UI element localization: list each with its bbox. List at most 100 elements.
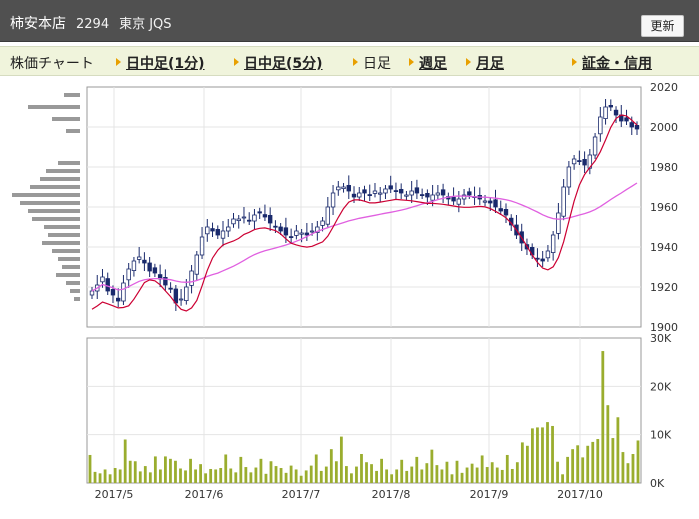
volume-bar [224, 454, 228, 483]
candle-body [121, 282, 126, 302]
volume-bar [591, 441, 595, 483]
volume-bars [88, 351, 640, 483]
volume-bar [410, 466, 414, 483]
volume-bar [294, 469, 298, 483]
volume-bar [169, 458, 172, 483]
volume-bar [531, 428, 534, 483]
volume-bar [299, 475, 303, 483]
volume-bar [470, 463, 474, 483]
volume-bar [118, 469, 122, 483]
candle-body [136, 256, 142, 260]
volume-bar [385, 469, 389, 483]
volume-bar [319, 470, 323, 483]
volume-profile-bar [28, 209, 80, 213]
volume-bar [350, 473, 353, 483]
candle-body [346, 184, 351, 192]
candle-body [199, 236, 205, 256]
volume-bar [455, 460, 459, 483]
candle-body [472, 196, 477, 199]
tab-intraday-5min[interactable]: 日中足(5分) [234, 53, 323, 73]
volume-bar [264, 473, 268, 483]
candle-body [278, 226, 283, 232]
volume-bar [400, 459, 404, 483]
candle-body [116, 297, 121, 302]
candle-body [357, 192, 362, 198]
volume-bar [546, 422, 549, 483]
volume-bar [143, 466, 147, 483]
volume-bar [214, 469, 218, 483]
volume-profile-bar [66, 129, 80, 133]
candle-body [110, 288, 116, 296]
candle-body [503, 208, 509, 216]
volume-bar [581, 457, 585, 483]
x-tick-label: 2017/7 [282, 488, 321, 501]
y-tick-label: 1960 [650, 201, 678, 214]
candle-body [89, 290, 95, 296]
candle-body [309, 230, 315, 233]
arrow-icon [234, 58, 239, 66]
candle-body [283, 227, 289, 236]
volume-profile-bar [44, 225, 80, 229]
volume-bar [616, 417, 620, 483]
volume-bar [380, 458, 383, 483]
volume-bar [269, 461, 273, 483]
volume-bar [475, 467, 479, 483]
candle-body [467, 191, 472, 196]
candle-body [629, 122, 634, 128]
volume-bar [631, 454, 635, 483]
y-tick-label: 2020 [650, 81, 678, 94]
volume-bar [229, 468, 233, 483]
volume-bar [324, 466, 328, 483]
candle-body [451, 196, 456, 202]
volume-bar [460, 472, 464, 483]
volume-bar [239, 456, 243, 483]
volume-bar [123, 439, 127, 483]
volume-bar [370, 464, 373, 483]
candle-body [215, 228, 220, 236]
candle-body [163, 276, 168, 286]
volume-bar [490, 462, 494, 483]
volume-profile [12, 93, 80, 301]
tab-monthly[interactable]: 月足 [466, 53, 504, 73]
candle-body [372, 190, 378, 194]
candle-body [231, 218, 236, 225]
volume-bar [576, 445, 580, 483]
tab-intraday-1min[interactable]: 日中足(1分) [116, 53, 205, 73]
volume-profile-bar [52, 117, 80, 121]
candle-body [247, 219, 252, 222]
candle-body [592, 136, 598, 156]
candle-body [430, 194, 435, 201]
tab-weekly[interactable]: 週足 [409, 53, 447, 73]
volume-bar [88, 454, 92, 483]
stock-title: 柿安本店 2294 東京 JQS [10, 13, 172, 33]
candle-body [540, 258, 545, 262]
volume-profile-bar [30, 185, 80, 189]
volume-bar [510, 468, 514, 483]
volume-bar [128, 460, 132, 483]
volume-bar [244, 467, 248, 483]
volume-profile-bar [40, 177, 80, 181]
candle-body [105, 278, 110, 292]
candle-body [477, 194, 482, 200]
candle-body [189, 270, 194, 286]
volume-profile-bar [64, 93, 80, 97]
candle-body [184, 286, 189, 301]
volume-bar [450, 474, 454, 483]
volume-bar [551, 425, 554, 483]
volume-bar [355, 466, 358, 483]
refresh-button[interactable]: 更新 [641, 15, 684, 37]
volume-profile-bar [28, 105, 80, 109]
candle-body [210, 228, 215, 232]
volume-bar [375, 470, 378, 483]
tab-stock-chart: 株価チャート [10, 56, 94, 72]
candle-body [571, 158, 577, 165]
volume-bar [174, 460, 177, 483]
candle-body [336, 186, 341, 191]
volume-bar [485, 467, 489, 483]
candle-body [514, 224, 519, 236]
tab-margin[interactable]: 証金・信用 [572, 53, 652, 73]
candle-body [341, 186, 346, 189]
candle-body [100, 276, 105, 283]
candle-body [561, 186, 566, 217]
x-tick-label: 2017/6 [185, 488, 224, 501]
